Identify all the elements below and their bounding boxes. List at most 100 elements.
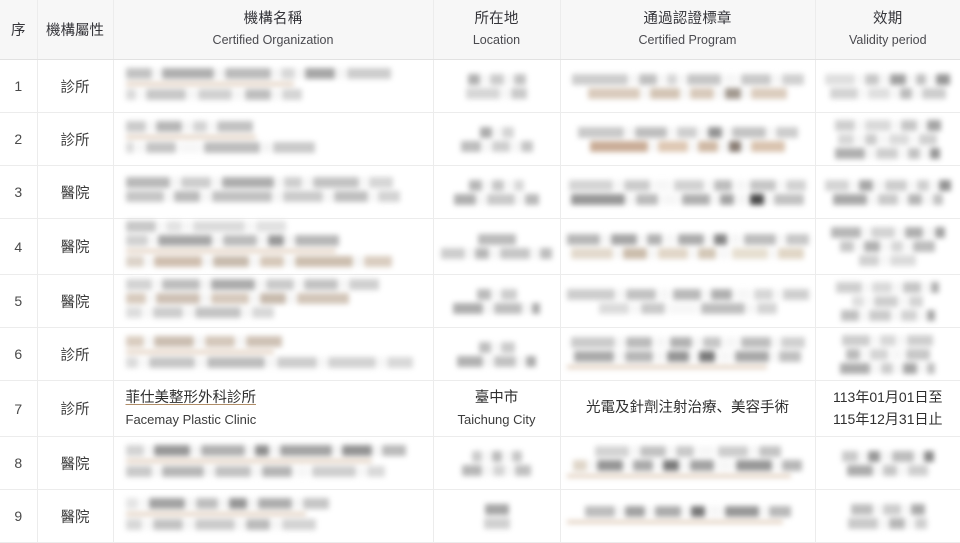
redaction-segment (194, 518, 235, 530)
redaction-segment (358, 465, 364, 477)
redaction-segment (744, 140, 748, 152)
redaction-segment (512, 140, 518, 152)
redaction-segment (507, 179, 511, 191)
redaction-segment (462, 464, 482, 476)
redaction-segment (125, 256, 144, 268)
redaction-segment (840, 241, 855, 253)
redaction-segment (125, 235, 148, 247)
redaction-segment (691, 140, 695, 152)
redaction-segment (570, 336, 615, 348)
redaction-segment (267, 356, 274, 368)
table-row: 5 醫院 (0, 274, 960, 329)
redaction-segment (253, 465, 259, 477)
redaction-segment (908, 147, 921, 159)
redaction-segment (925, 227, 932, 239)
redaction-block (440, 179, 554, 205)
redaction-segment (361, 177, 366, 189)
redaction-segment (736, 459, 772, 471)
redaction-segment (453, 302, 483, 314)
cell-validity-period (815, 165, 960, 220)
redaction-block (566, 288, 809, 314)
redaction-segment (771, 248, 775, 260)
redaction-segment (125, 497, 138, 509)
redaction-segment (154, 465, 159, 477)
redaction-segment (702, 336, 721, 348)
redaction-segment (647, 505, 652, 517)
redaction-segment (178, 141, 201, 153)
redaction-line (822, 87, 955, 99)
certified-program-text: 光電及針劑注射治療、美容手術 (586, 399, 789, 416)
redaction-segment (893, 309, 898, 321)
redaction-segment (172, 177, 178, 189)
cell-organization-name[interactable]: 菲仕美整形外科診所 Facemay Plastic Clinic (113, 380, 434, 438)
redacted-text-validity (822, 227, 955, 267)
redaction-segment (825, 73, 856, 85)
redaction-segment (740, 73, 771, 85)
cell-organization-name (113, 489, 434, 543)
cell-organization-attribute: 醫院 (37, 274, 114, 329)
cell-organization-attribute: 醫院 (37, 218, 114, 276)
redaction-segment (923, 147, 928, 159)
redaction-segment (875, 179, 882, 191)
redaction-line (567, 350, 809, 362)
redaction-segment (202, 191, 209, 203)
redaction-segment (594, 445, 629, 457)
redaction-segment (934, 227, 945, 239)
redaction-segment (773, 336, 778, 348)
validity-start: 113年01月01日至 (833, 388, 943, 405)
organization-name-link[interactable]: 菲仕美整形外科診所 (126, 388, 257, 410)
redaction-segment (732, 248, 768, 260)
redaction-segment (852, 295, 865, 307)
redaction-segment (281, 518, 316, 530)
redaction-segment (165, 221, 182, 233)
redaction-segment (603, 234, 609, 246)
cell-certified-program (560, 489, 816, 543)
redacted-text-location (440, 179, 554, 205)
cell-location (433, 218, 561, 276)
redaction-segment (157, 235, 212, 247)
redaction-segment (703, 288, 708, 300)
redaction-segment (136, 141, 143, 153)
redaction-segment (500, 288, 517, 300)
redaction-segment (303, 279, 338, 291)
redaction-block (567, 73, 809, 99)
cell-validity-period (815, 327, 960, 382)
cell-organization-name (113, 218, 434, 276)
redaction-segment (125, 279, 152, 291)
redaction-segment (519, 355, 523, 367)
redaction-line (125, 307, 379, 319)
redaction-segment (212, 256, 249, 268)
redaction-segment (511, 87, 527, 99)
redaction-segment (590, 140, 648, 152)
redaction-line (566, 288, 809, 300)
redacted-link-underline (125, 81, 294, 86)
redaction-segment (492, 248, 497, 260)
table-header: 序 機構屬性 機構名稱 Certified Organization 所在地 L… (0, 0, 960, 61)
redaction-line (567, 505, 809, 517)
redaction-segment (584, 505, 615, 517)
redaction-segment (930, 147, 941, 159)
redaction-segment (841, 450, 858, 462)
redaction-line (440, 341, 554, 353)
redaction-segment (276, 177, 281, 189)
redaction-segment (829, 87, 858, 99)
redacted-text-location (440, 450, 554, 476)
redaction-line (125, 356, 413, 368)
redaction-segment (514, 179, 524, 191)
redaction-segment (864, 119, 891, 131)
redaction-segment (493, 288, 498, 300)
redaction-segment (286, 256, 292, 268)
redaction-line (440, 288, 554, 300)
redaction-segment (532, 302, 540, 314)
redaction-segment (158, 221, 163, 233)
redaction-segment (868, 309, 891, 321)
redacted-text-organization (125, 335, 427, 373)
redaction-segment (623, 248, 647, 260)
redaction-block (125, 444, 406, 477)
redaction-line (440, 248, 554, 260)
redaction-segment (756, 302, 777, 314)
redacted-link-underline (125, 249, 336, 254)
redaction-segment (540, 248, 552, 260)
cell-organization-name (113, 436, 434, 491)
redaction-segment (779, 234, 783, 246)
